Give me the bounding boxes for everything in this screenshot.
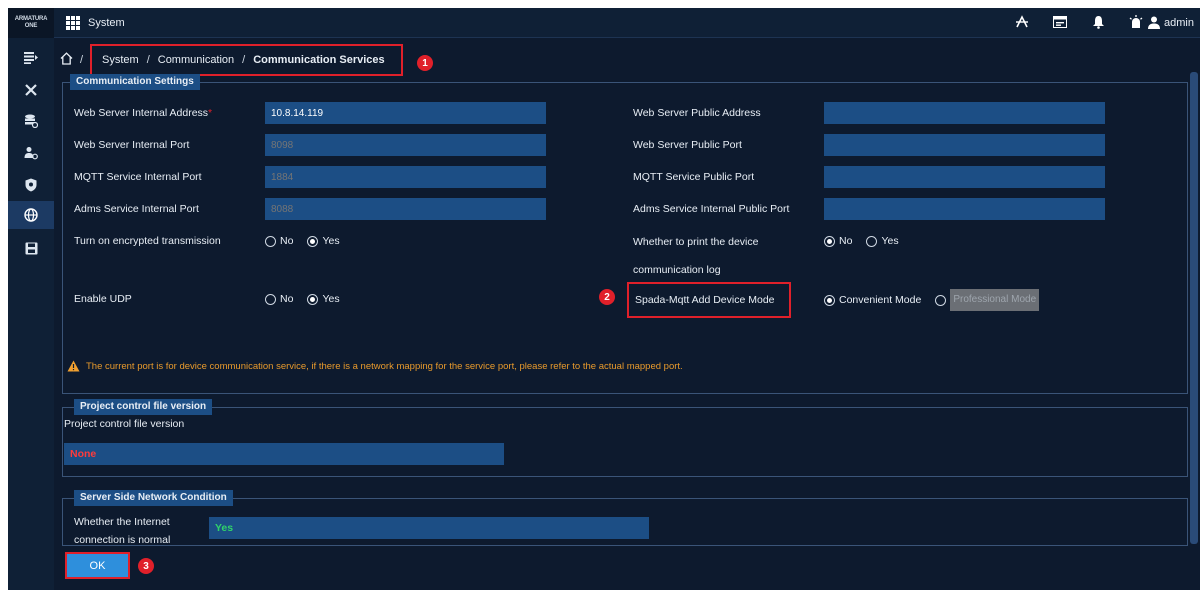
mqtt-internal-port-input[interactable] <box>265 166 546 188</box>
alarm-icon[interactable] <box>1128 14 1144 30</box>
shield-icon[interactable] <box>8 171 54 199</box>
web-internal-address-label: Web Server Internal Address* <box>74 107 213 119</box>
apps-grid-icon[interactable] <box>66 16 80 30</box>
mqtt-public-port-input[interactable] <box>824 166 1105 188</box>
mqtt-public-port-label: MQTT Service Public Port <box>633 171 755 183</box>
ok-button[interactable]: OK <box>65 552 130 579</box>
udp-no-option[interactable]: No <box>265 293 293 305</box>
user-menu[interactable]: admin <box>1148 16 1194 29</box>
web-public-address-label: Web Server Public Address <box>633 107 761 119</box>
mqtt-internal-port-label: MQTT Service Internal Port <box>74 171 202 183</box>
web-internal-port-input[interactable] <box>265 134 546 156</box>
port-warning: The current port is for device communica… <box>67 360 683 372</box>
radio-checked-icon <box>824 294 835 306</box>
database-icon[interactable] <box>8 107 54 135</box>
mqtt-mode-label: Spada-Mqtt Add Device Mode <box>627 282 791 318</box>
radio-checked-icon <box>824 235 835 247</box>
top-icons <box>1014 14 1144 30</box>
breadcrumb: System / Communication / Communication S… <box>90 44 403 76</box>
adms-public-port-input[interactable] <box>824 198 1105 220</box>
radio-unchecked-icon <box>265 235 276 247</box>
web-public-port-label: Web Server Public Port <box>633 139 742 151</box>
adms-internal-port-input[interactable] <box>265 198 546 220</box>
radio-unchecked-icon <box>265 293 276 305</box>
breadcrumb-communication[interactable]: Communication <box>158 54 234 66</box>
logo-line2: ONE <box>24 23 38 29</box>
window-icon[interactable] <box>1052 14 1068 30</box>
breadcrumb-separator: / <box>242 54 246 66</box>
radio-unchecked-icon <box>866 235 878 247</box>
project-control-label: Project control file version <box>64 418 185 430</box>
internet-connection-label: Whether the Internet connection is norma… <box>74 516 171 546</box>
vertical-scrollbar[interactable] <box>1190 72 1198 544</box>
encrypted-yes-option[interactable]: Yes <box>307 235 340 247</box>
adms-internal-port-label: Adms Service Internal Port <box>74 203 199 215</box>
web-public-address-input[interactable] <box>824 102 1105 124</box>
user-icon <box>1148 16 1161 29</box>
logo-line1: ARMATURA <box>14 16 48 22</box>
breadcrumb-system[interactable]: System <box>102 54 139 66</box>
annotation-marker-3: 3 <box>138 558 154 574</box>
encrypted-no-option[interactable]: No <box>265 235 293 247</box>
network-globe-icon[interactable] <box>8 201 54 229</box>
udp-yes-option[interactable]: Yes <box>307 293 340 305</box>
app-title: System <box>88 17 125 29</box>
tools-icon[interactable] <box>8 76 54 104</box>
web-internal-port-label: Web Server Internal Port <box>74 139 190 151</box>
annotation-marker-1: 1 <box>417 55 433 71</box>
bell-icon[interactable] <box>1090 14 1106 30</box>
encrypted-transmission-label: Turn on encrypted transmission <box>74 235 221 247</box>
professional-mode-option[interactable]: Professional Mode <box>935 289 1040 311</box>
app-window: ARMATURA ONE System admin / System / Com… <box>8 8 1200 590</box>
home-icon[interactable] <box>60 52 74 66</box>
web-internal-address-input[interactable] <box>265 102 546 124</box>
username: admin <box>1164 16 1194 29</box>
enable-udp-radio-group: No Yes <box>265 293 350 305</box>
logo: ARMATURA ONE <box>8 8 54 38</box>
enable-udp-label: Enable UDP <box>74 293 132 305</box>
section-title-network-condition: Server Side Network Condition <box>74 490 233 506</box>
breadcrumb-separator: / <box>146 54 150 66</box>
warning-icon <box>67 360 80 372</box>
adms-public-port-label: Adms Service Internal Public Port <box>633 203 790 215</box>
menu-list-icon[interactable] <box>8 44 54 72</box>
radio-checked-icon <box>307 235 319 247</box>
annotation-marker-2: 2 <box>599 289 615 305</box>
section-title-project-control: Project control file version <box>74 399 213 415</box>
print-log-label: Whether to print the device communicatio… <box>633 236 759 276</box>
internet-connection-value: Yes <box>209 517 649 539</box>
save-disk-icon[interactable] <box>8 234 54 262</box>
convenient-mode-option[interactable]: Convenient Mode <box>824 294 921 306</box>
sidebar <box>8 38 54 590</box>
print-log-no-option[interactable]: No <box>824 235 852 247</box>
communication-settings-section <box>62 82 1188 394</box>
print-log-radio-group: No Yes <box>824 235 909 247</box>
project-control-value: None <box>64 443 504 465</box>
project-control-section <box>62 407 1188 477</box>
web-public-port-input[interactable] <box>824 134 1105 156</box>
radio-unchecked-icon <box>935 294 947 306</box>
section-title-communication: Communication Settings <box>70 74 200 90</box>
print-log-yes-option[interactable]: Yes <box>866 235 899 247</box>
signal-icon[interactable] <box>1014 14 1030 30</box>
breadcrumb-separator: / <box>80 54 84 66</box>
encrypted-transmission-radio-group: No Yes <box>265 235 350 247</box>
top-bar: ARMATURA ONE System admin <box>8 8 1200 38</box>
breadcrumb-current: Communication Services <box>253 54 385 66</box>
radio-checked-icon <box>307 293 319 305</box>
people-icon[interactable] <box>8 139 54 167</box>
mqtt-mode-radio-group: Convenient Mode Professional Mode <box>824 289 1040 311</box>
